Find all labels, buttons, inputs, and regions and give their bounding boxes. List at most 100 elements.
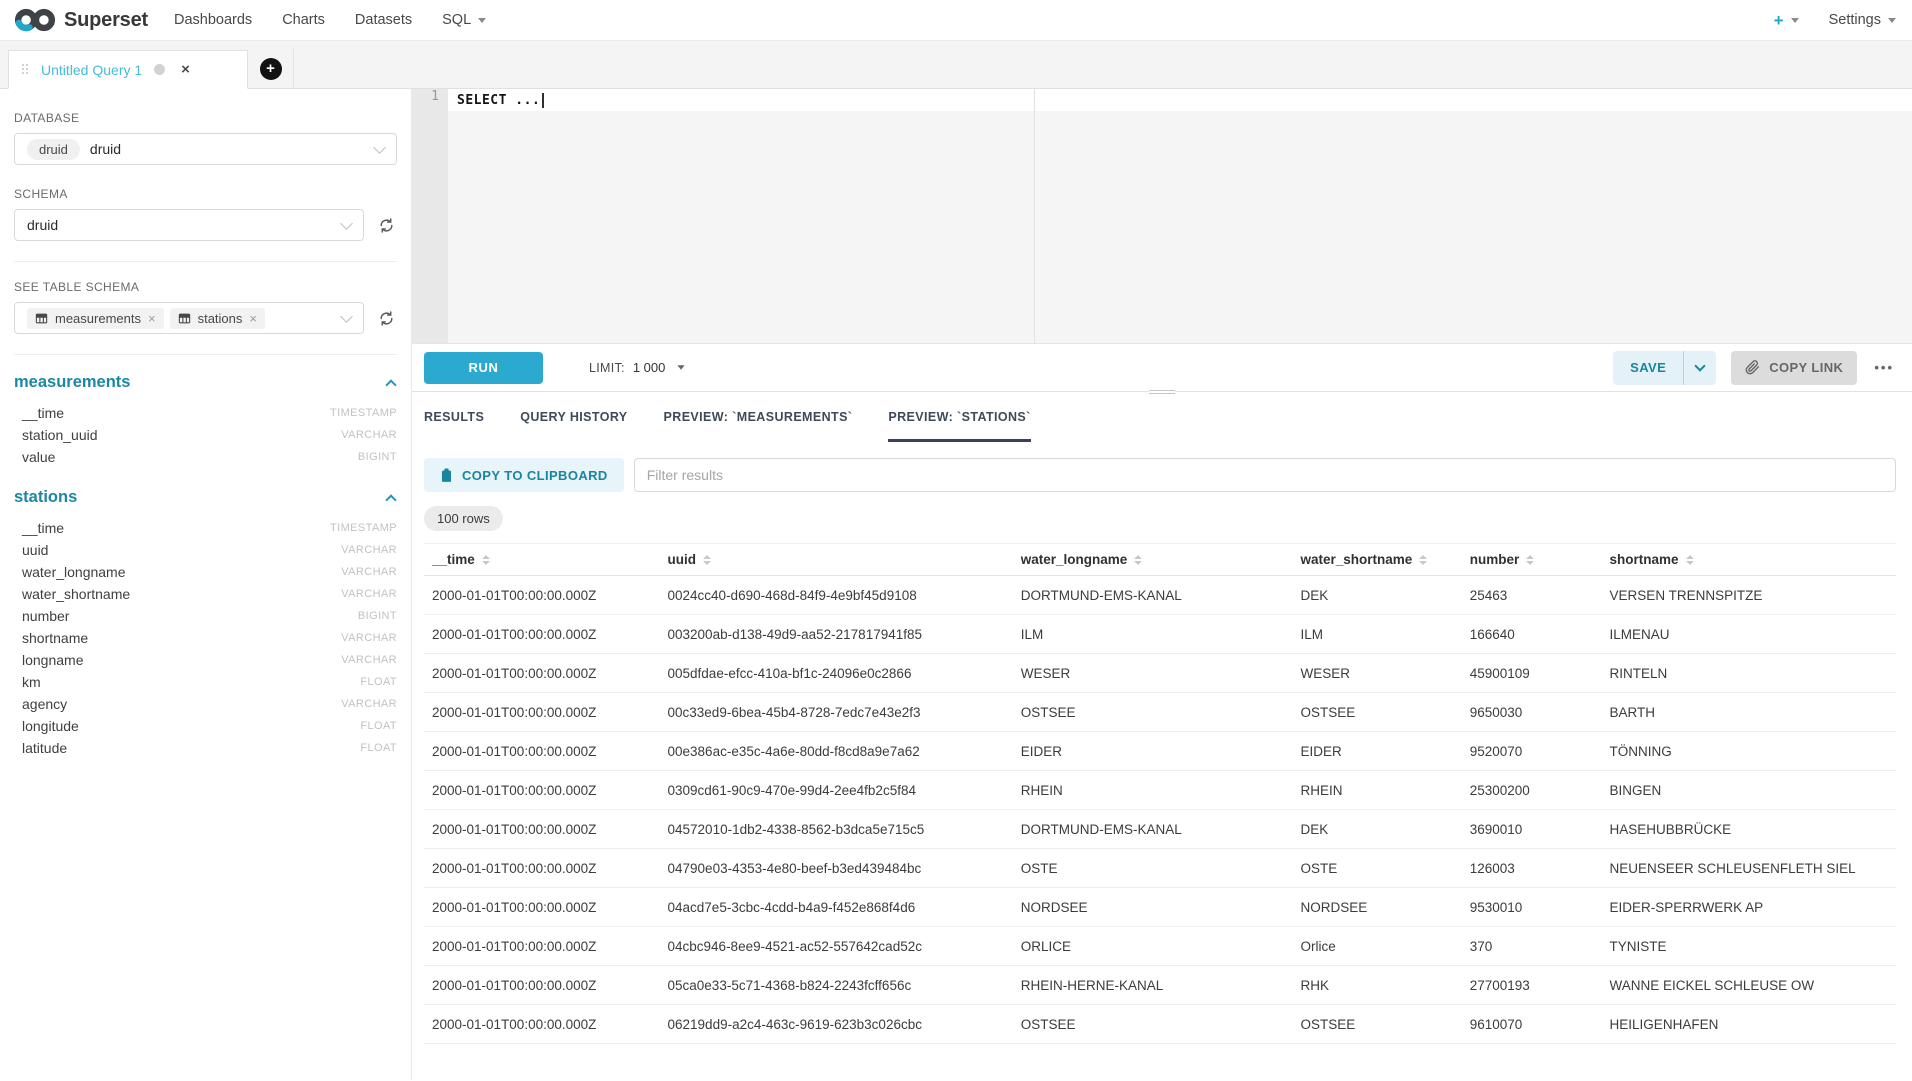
table-cell: 06219dd9-a2c4-463c-9619-623b3c026cbc (660, 1017, 1013, 1032)
table-row: 2000-01-01T00:00:00.000Z04acd7e5-3cbc-4c… (424, 888, 1896, 927)
column-type: BIGINT (358, 451, 397, 463)
table-row: 2000-01-01T00:00:00.000Z0309cd61-90c9-47… (424, 771, 1896, 810)
schema-table-header[interactable]: stations (14, 488, 397, 507)
table-cell: RHK (1292, 978, 1461, 993)
settings-label: Settings (1829, 12, 1881, 28)
table-cell: EIDER (1013, 744, 1293, 759)
sql-editor[interactable]: 1 SELECT ... (412, 89, 1912, 344)
column-header-label: uuid (668, 552, 697, 567)
run-button[interactable]: RUN (424, 352, 543, 384)
brand[interactable]: Superset (14, 6, 148, 34)
add-menu-button[interactable]: + (1774, 12, 1799, 29)
sort-icon (1526, 555, 1534, 565)
table-cell: VERSEN TRENNSPITZE (1602, 588, 1896, 603)
table-schema-select[interactable]: measurements×stations× (14, 302, 364, 334)
sidebar: DATABASE druid druid SCHEMA druid (0, 89, 412, 1080)
limit-dropdown[interactable]: LIMIT: 1 000 (589, 360, 685, 375)
schema-select[interactable]: druid (14, 209, 364, 241)
results-tab-preview-stations[interactable]: PREVIEW: `STATIONS` (888, 392, 1030, 442)
column-name: water_longname (22, 564, 126, 580)
column-header-water-longname[interactable]: water_longname (1013, 552, 1293, 567)
copy-to-clipboard-button[interactable]: COPY TO CLIPBOARD (424, 458, 624, 492)
code-area[interactable]: SELECT ... (448, 89, 1912, 343)
table-cell: 166640 (1462, 627, 1602, 642)
save-dropdown-button[interactable] (1683, 351, 1716, 385)
schema-table-name: stations (14, 488, 77, 507)
grid-header: __time uuid water_longnamewater_shortnamen… (424, 543, 1896, 576)
copy-link-button[interactable]: COPY LINK (1731, 351, 1857, 385)
nav-item-label: Datasets (355, 12, 412, 28)
refresh-schema-button[interactable] (376, 215, 397, 236)
table-cell: BARTH (1602, 705, 1896, 720)
table-cell: 2000-01-01T00:00:00.000Z (424, 861, 660, 876)
refresh-icon (378, 310, 395, 327)
table-row: 2000-01-01T00:00:00.000Z04cbc946-8ee9-45… (424, 927, 1896, 966)
table-cell: 3690010 (1462, 822, 1602, 837)
nav-item-charts[interactable]: Charts (282, 12, 325, 28)
column-header-uuid[interactable]: uuid (660, 552, 1013, 567)
table-cell: 2000-01-01T00:00:00.000Z (424, 783, 660, 798)
schema-label: SCHEMA (14, 187, 397, 201)
column-header-label: __time (432, 552, 475, 567)
table-cell: 126003 (1462, 861, 1602, 876)
caret-down-icon (1888, 18, 1896, 23)
add-tab-button[interactable]: + (248, 49, 294, 88)
column-type: VARCHAR (341, 654, 397, 666)
nav-item-sql[interactable]: SQL (442, 12, 486, 28)
refresh-icon (378, 217, 395, 234)
filter-results-input[interactable] (634, 458, 1896, 492)
table-row: 2000-01-01T00:00:00.000Z04572010-1db2-43… (424, 810, 1896, 849)
save-split-button: SAVE (1613, 351, 1716, 385)
save-button[interactable]: SAVE (1613, 351, 1683, 385)
column-name: number (22, 608, 69, 624)
query-tabbar: Untitled Query 1 × + (0, 41, 1912, 89)
column-header-shortname[interactable]: shortname (1602, 552, 1896, 567)
chip-remove-icon[interactable]: × (148, 311, 156, 326)
close-tab-icon[interactable]: × (181, 61, 190, 78)
nav-item-datasets[interactable]: Datasets (355, 12, 412, 28)
drag-handle-icon[interactable] (22, 64, 29, 75)
column-type: FLOAT (360, 720, 397, 732)
column-type: VARCHAR (341, 544, 397, 556)
query-tab[interactable]: Untitled Query 1 × (8, 50, 248, 89)
column-type: VARCHAR (341, 429, 397, 441)
results-tab-query-history[interactable]: QUERY HISTORY (520, 392, 627, 442)
chip-remove-icon[interactable]: × (249, 311, 257, 326)
chip-label: measurements (55, 311, 141, 326)
column-header-number[interactable]: number (1462, 552, 1602, 567)
column-type: VARCHAR (341, 698, 397, 710)
column-name: __time (22, 405, 64, 421)
settings-menu[interactable]: Settings (1829, 12, 1896, 28)
column-name: shortname (22, 630, 88, 646)
sort-icon (1686, 555, 1694, 565)
table-cell: 0309cd61-90c9-470e-99d4-2ee4fb2c5f84 (660, 783, 1013, 798)
table-icon (178, 312, 191, 325)
table-row: 2000-01-01T00:00:00.000Z06219dd9-a2c4-46… (424, 1005, 1896, 1044)
column-header-time[interactable]: __time (424, 552, 660, 567)
results-tab-preview-measurements[interactable]: PREVIEW: `MEASUREMENTS` (664, 392, 853, 442)
table-cell: 2000-01-01T00:00:00.000Z (424, 627, 660, 642)
resize-handle[interactable] (1149, 387, 1175, 396)
table-cell: 005dfdae-efcc-410a-bf1c-24096e0c2866 (660, 666, 1013, 681)
column-type: VARCHAR (341, 566, 397, 578)
database-chip: druid (27, 139, 80, 160)
query-state-dot (154, 64, 165, 75)
database-select[interactable]: druid druid (14, 133, 397, 165)
table-cell: RHEIN (1013, 783, 1293, 798)
nav-right: + Settings (1774, 12, 1896, 29)
schema-column-row: valueBIGINT (14, 446, 397, 468)
brand-name: Superset (64, 9, 148, 32)
schema-tables: measurements__timeTIMESTAMPstation_uuidV… (14, 373, 397, 759)
table-cell: 2000-01-01T00:00:00.000Z (424, 939, 660, 954)
nav-item-dashboards[interactable]: Dashboards (174, 12, 252, 28)
schema-column-row: longitudeFLOAT (14, 715, 397, 737)
table-cell: DORTMUND-EMS-KANAL (1013, 822, 1293, 837)
column-name: longname (22, 652, 84, 668)
refresh-tables-button[interactable] (376, 308, 397, 329)
results-tab-results[interactable]: RESULTS (424, 392, 484, 442)
schema-column-row: agencyVARCHAR (14, 693, 397, 715)
table-cell: 27700193 (1462, 978, 1602, 993)
more-options-button[interactable]: ••• (1872, 360, 1896, 375)
schema-table-header[interactable]: measurements (14, 373, 397, 392)
column-header-water-shortname[interactable]: water_shortname (1292, 552, 1461, 567)
